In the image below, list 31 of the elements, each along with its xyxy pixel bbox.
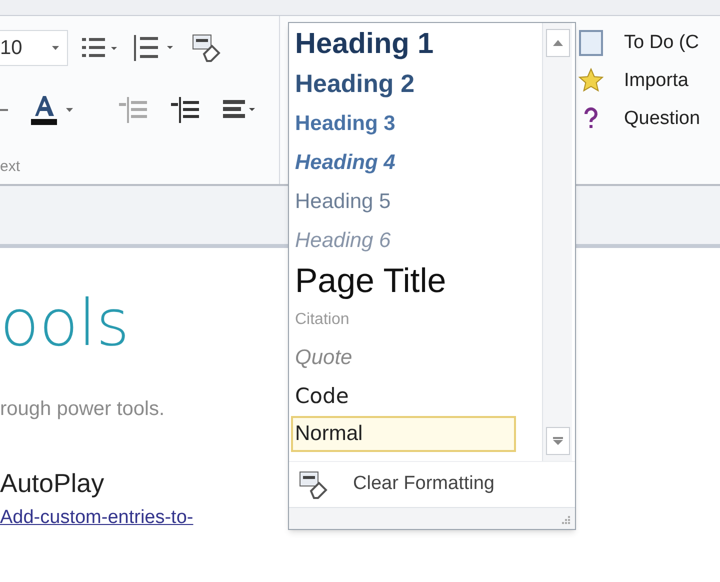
style-item[interactable]: Heading 3 xyxy=(291,104,516,143)
scroll-up-button[interactable] xyxy=(546,29,570,57)
tag-item[interactable]: To Do (C xyxy=(578,26,720,60)
font-color-button[interactable] xyxy=(30,94,73,126)
style-item[interactable]: Heading 5 xyxy=(291,182,516,221)
page-title: ools xyxy=(0,292,130,356)
style-item[interactable]: Heading 2 xyxy=(291,65,516,104)
clear-formatting-icon[interactable] xyxy=(190,32,222,64)
up-arrow-icon xyxy=(552,40,562,46)
page-heading: AutoPlay xyxy=(0,467,104,500)
font-color-icon xyxy=(30,94,58,126)
style-item[interactable]: Code xyxy=(291,378,516,416)
increase-indent-icon[interactable] xyxy=(169,95,201,125)
font-size-field[interactable]: 10 xyxy=(0,30,68,66)
group-label: ext xyxy=(0,157,20,177)
scroll-down-button[interactable] xyxy=(546,427,570,455)
resize-grip-icon[interactable] xyxy=(561,515,571,525)
font-size-value: 10 xyxy=(0,36,22,61)
checkbox-icon xyxy=(578,29,604,57)
scrollbar[interactable] xyxy=(542,23,572,461)
clear-formatting-icon xyxy=(297,470,329,500)
style-item[interactable]: Normal xyxy=(291,416,516,452)
style-item[interactable]: Page Title xyxy=(291,260,516,302)
style-item[interactable]: Heading 4 xyxy=(291,143,516,182)
style-item[interactable]: Quote xyxy=(291,338,516,378)
tag-item[interactable]: Importa xyxy=(578,64,720,98)
tag-item[interactable]: Question xyxy=(578,102,720,136)
page-subtitle: rough power tools. xyxy=(0,397,165,422)
down-arrow-icon xyxy=(552,437,562,445)
link[interactable]: Add-custom-entries-to- xyxy=(0,504,194,532)
style-item[interactable]: Heading 1 xyxy=(291,25,516,65)
